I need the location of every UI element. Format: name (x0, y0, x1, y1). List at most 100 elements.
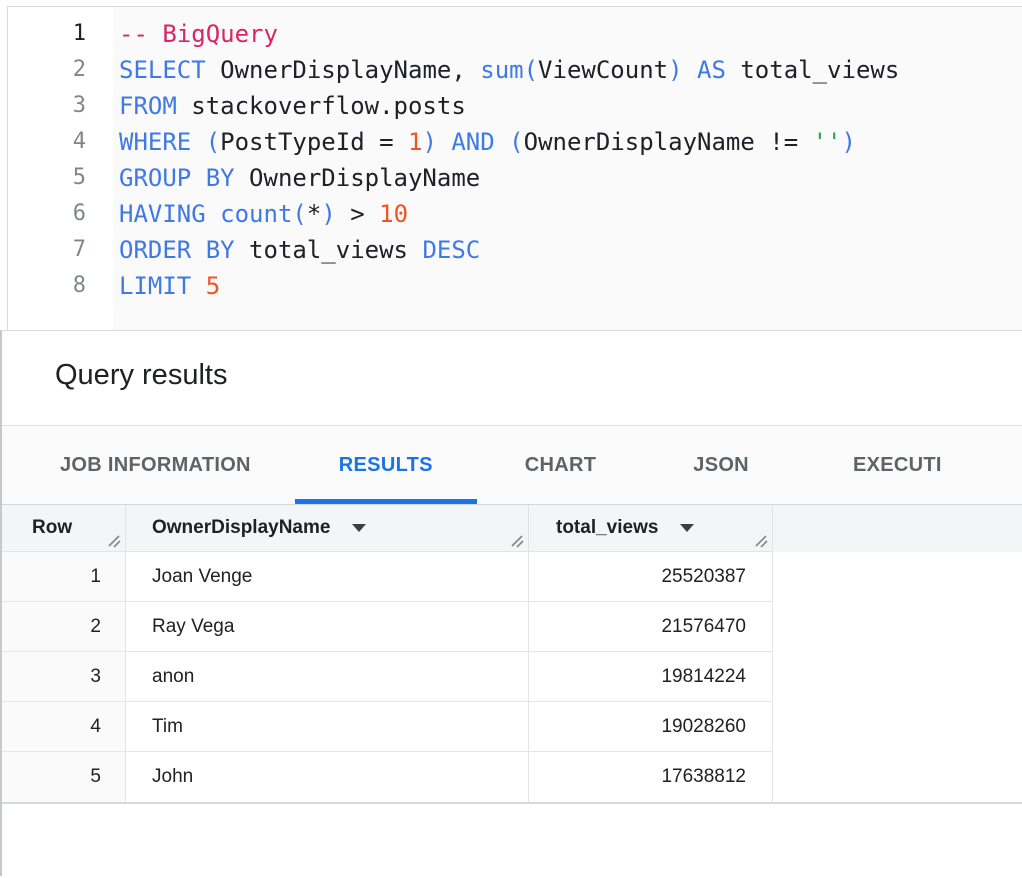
tab-execution-details[interactable]: EXECUTI (809, 426, 986, 504)
line-number: 6 (8, 196, 86, 232)
tab-label: EXECUTI (853, 454, 942, 477)
column-header-row: Row (2, 505, 126, 552)
code-token-kw: ) (422, 128, 436, 156)
code-token-plain: * (307, 200, 321, 228)
code-token-kw: LIMIT (119, 272, 191, 300)
sql-editor[interactable]: 12345678 -- BigQuerySELECT OwnerDisplayN… (7, 6, 1022, 330)
line-number: 4 (8, 124, 86, 160)
code-token-kw: WHERE (119, 128, 191, 156)
sort-dropdown-icon[interactable] (352, 524, 366, 532)
total-views-cell: 19814224 (529, 652, 773, 702)
code-token-kw: FROM (119, 92, 177, 120)
sort-dropdown-icon[interactable] (680, 524, 694, 532)
code-line[interactable]: GROUP BY OwnerDisplayName (119, 160, 1022, 196)
row-number-cell: 5 (2, 752, 126, 802)
code-token-plain: stackoverflow.posts (177, 92, 466, 120)
page-title: Query results (55, 359, 1022, 392)
column-header-ownerdisplayname[interactable]: OwnerDisplayName (126, 505, 529, 552)
results-table-header: Row OwnerDisplayName total_views (2, 504, 1022, 552)
tab-results[interactable]: RESULTS (295, 426, 477, 504)
query-results-header: Query results (2, 331, 1022, 425)
tab-json[interactable]: JSON (649, 426, 793, 504)
code-token-kw: sum( (480, 56, 538, 84)
total-views-cell: 21576470 (529, 602, 773, 652)
owner-display-name-cell: Joan Venge (126, 552, 529, 602)
column-label: OwnerDisplayName (152, 517, 330, 539)
line-number: 5 (8, 160, 86, 196)
column-label: total_views (556, 517, 658, 539)
code-token-kw: DESC (422, 236, 480, 264)
code-line[interactable]: -- BigQuery (119, 16, 1022, 52)
code-token-plain (191, 128, 205, 156)
code-token-kw: count( (220, 200, 307, 228)
code-token-plain: total_views (235, 236, 423, 264)
tab-job-information[interactable]: JOB INFORMATION (16, 426, 295, 504)
code-line[interactable]: LIMIT 5 (119, 268, 1022, 304)
owner-display-name-cell: Tim (126, 702, 529, 752)
tab-chart[interactable]: CHART (481, 426, 641, 504)
row-number-cell: 4 (2, 702, 126, 752)
code-token-kw: ( (206, 128, 220, 156)
table-row: 3anon19814224 (2, 652, 1022, 702)
code-line[interactable]: HAVING count(*) > 10 (119, 196, 1022, 232)
table-row: 4Tim19028260 (2, 702, 1022, 752)
code-token-comment: -- BigQuery (119, 20, 278, 48)
table-row: 2Ray Vega21576470 (2, 602, 1022, 652)
code-token-kw: HAVING (119, 200, 206, 228)
column-resize-handle-icon[interactable] (753, 533, 768, 548)
line-number: 1 (8, 16, 86, 52)
code-token-plain (206, 200, 220, 228)
row-filler-cell (773, 602, 1022, 652)
total-views-cell: 17638812 (529, 752, 773, 802)
code-line[interactable]: SELECT OwnerDisplayName, sum(ViewCount) … (119, 52, 1022, 88)
code-line[interactable]: WHERE (PostTypeId = 1) AND (OwnerDisplay… (119, 124, 1022, 160)
code-token-plain: ViewCount (538, 56, 668, 84)
owner-display-name-cell: John (126, 752, 529, 802)
bottom-whitespace (2, 804, 1022, 876)
owner-display-name-cell: anon (126, 652, 529, 702)
row-number-cell: 1 (2, 552, 126, 602)
code-token-kw: ) (842, 128, 856, 156)
row-number-cell: 3 (2, 652, 126, 702)
owner-display-name-cell: Ray Vega (126, 602, 529, 652)
code-token-kw: ) (668, 56, 682, 84)
line-number: 7 (8, 232, 86, 268)
line-number: 8 (8, 268, 86, 304)
code-line[interactable]: ORDER BY total_views DESC (119, 232, 1022, 268)
sql-editor-section: 12345678 -- BigQuerySELECT OwnerDisplayN… (0, 0, 1022, 330)
code-token-plain (495, 128, 509, 156)
code-token-kw: SELECT (119, 56, 206, 84)
column-header-total-views[interactable]: total_views (529, 505, 773, 552)
query-results-section: Query results JOB INFORMATION RESULTS CH… (0, 330, 1022, 876)
code-token-num: 1 (408, 128, 422, 156)
table-row: 1Joan Venge25520387 (2, 552, 1022, 602)
code-token-plain (437, 128, 451, 156)
row-filler-cell (773, 652, 1022, 702)
code-area[interactable]: -- BigQuery SELECT OwnerDisplayName, sum(… (113, 7, 1022, 330)
total-views-cell: 25520387 (529, 552, 773, 602)
results-table: Row OwnerDisplayName total_views (2, 504, 1022, 804)
total-views-cell: 19028260 (529, 702, 773, 752)
code-token-kw: GROUP BY (119, 164, 235, 192)
tab-label: JOB INFORMATION (60, 454, 251, 477)
line-number: 2 (8, 52, 86, 88)
column-resize-handle-icon[interactable] (509, 533, 524, 548)
code-token-kw: ) (321, 200, 335, 228)
code-token-plain (191, 272, 205, 300)
code-token-plain: OwnerDisplayName, (206, 56, 481, 84)
code-token-num: 10 (379, 200, 408, 228)
column-header-filler (773, 505, 1022, 552)
code-token-kw: AND (451, 128, 494, 156)
code-token-kw: ORDER BY (119, 236, 235, 264)
tab-label: CHART (525, 454, 597, 477)
code-line[interactable]: FROM stackoverflow.posts (119, 88, 1022, 124)
code-token-plain (683, 56, 697, 84)
code-token-plain: > (336, 200, 379, 228)
code-token-kw: AS (697, 56, 726, 84)
column-resize-handle-icon[interactable] (106, 533, 121, 548)
tab-label: JSON (693, 454, 749, 477)
line-number: 3 (8, 88, 86, 124)
row-filler-cell (773, 752, 1022, 802)
results-tab-bar: JOB INFORMATION RESULTS CHART JSON EXECU… (2, 425, 1022, 504)
tab-label: RESULTS (339, 454, 433, 477)
